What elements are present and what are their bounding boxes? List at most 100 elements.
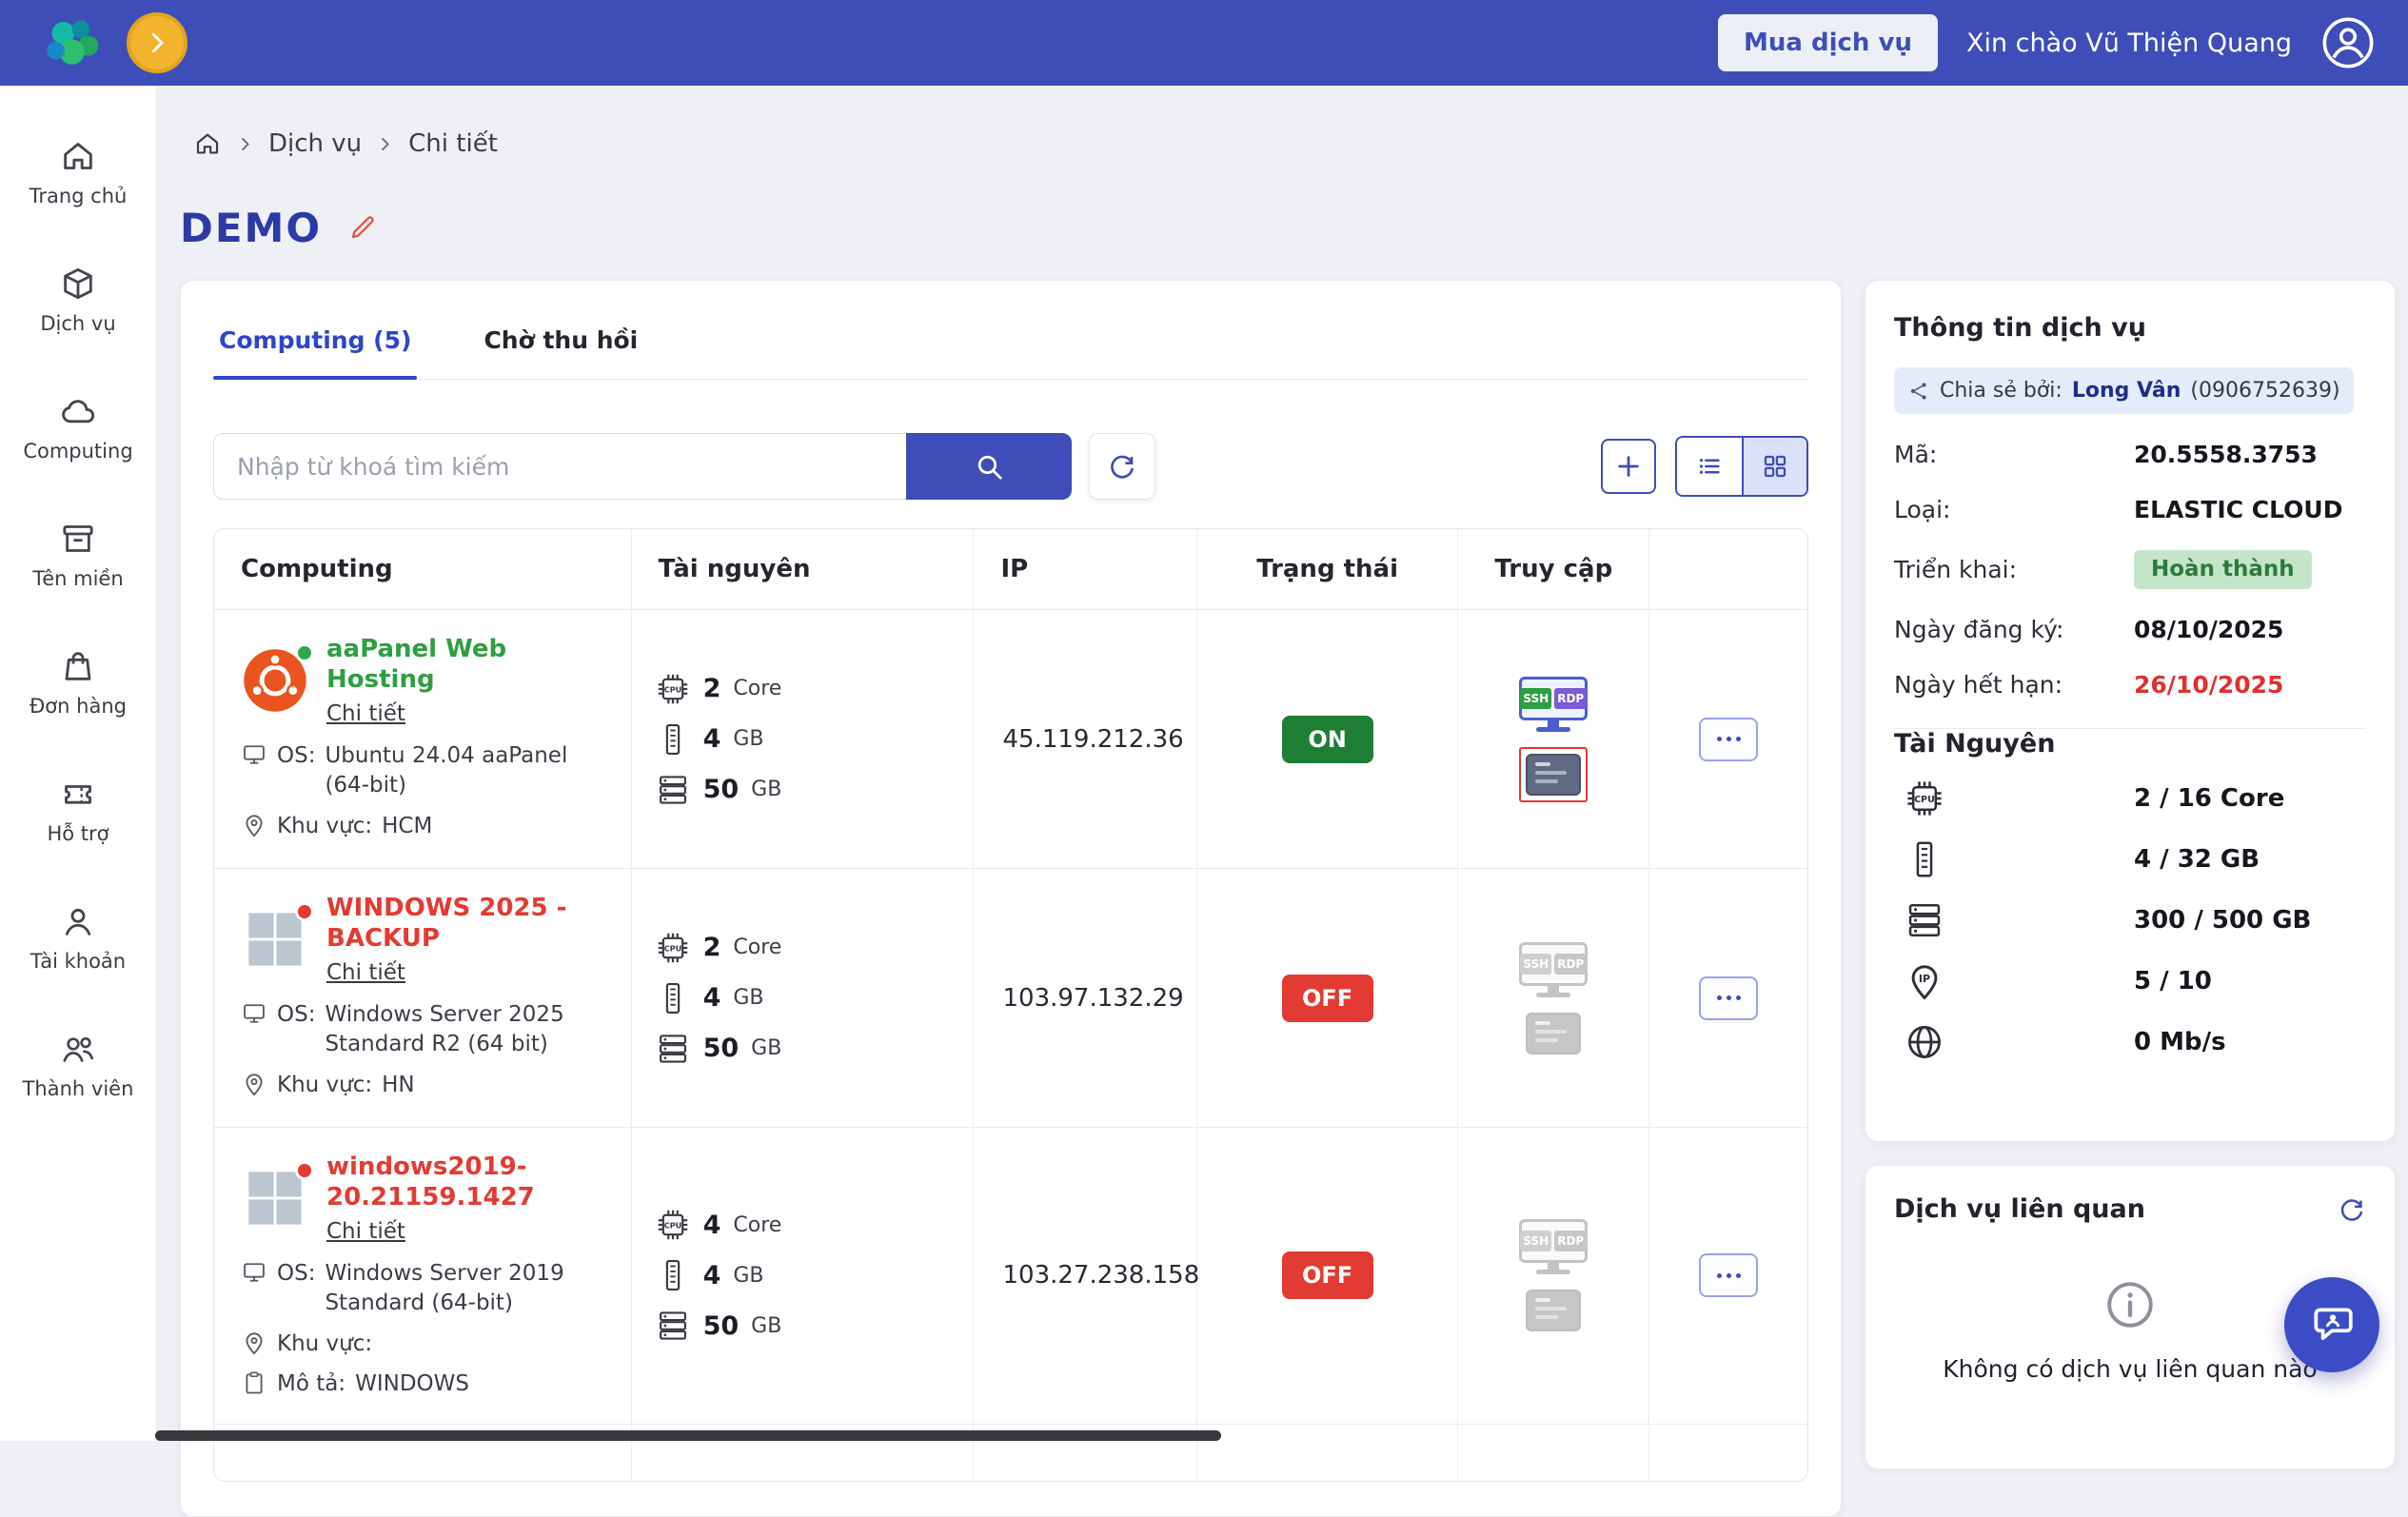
chat-support-button[interactable] <box>2284 1277 2379 1372</box>
vm-detail-link[interactable]: Chi tiết <box>326 1219 405 1244</box>
app-logo-icon <box>42 14 105 71</box>
list-view-button[interactable] <box>1677 438 1742 495</box>
bandwidth-quota: 0 Mb/s <box>2134 1028 2226 1056</box>
column-header-access: Truy cập <box>1458 529 1649 609</box>
table-row: WINDOWS 2025 - BACKUP Chi tiết OS: Windo… <box>214 868 1807 1127</box>
horizontal-scrollbar[interactable] <box>155 1430 1221 1441</box>
tab-computing[interactable]: Computing (5) <box>213 305 417 379</box>
column-header-actions <box>1649 529 1807 609</box>
cpu-icon <box>655 1207 691 1243</box>
sidebar-item-ten-mien[interactable]: Tên miền <box>0 491 156 619</box>
row-actions-button[interactable] <box>1699 1253 1758 1297</box>
search-icon <box>974 451 1005 483</box>
sidebar-item-trang-chu[interactable]: Trang chủ <box>0 108 156 236</box>
bag-icon <box>59 647 97 685</box>
sidebar-item-label: Thành viên <box>23 1078 134 1100</box>
resources-cell: 4Core 4GB 50GB <box>632 1128 975 1424</box>
shared-by-name: Long Vân <box>2072 379 2181 403</box>
vm-name-link[interactable]: windows2019-20.21159.1427 <box>326 1153 608 1212</box>
sidebar-item-dich-vu[interactable]: Dịch vụ <box>0 236 156 364</box>
topbar-right: Mua dịch vụ Xin chào Vũ Thiện Quang <box>1718 14 2376 71</box>
refresh-button[interactable] <box>1089 433 1155 500</box>
access-cell: SSHRDP <box>1458 610 1649 868</box>
sidebar-item-thanh-vien[interactable]: Thành viên <box>0 1001 156 1129</box>
ram-icon <box>655 980 691 1016</box>
description-label: Mô tả: <box>277 1369 345 1399</box>
computing-cell: aaPanel Web Hosting Chi tiết OS: Ubuntu … <box>214 610 632 868</box>
resource-row: 0 Mb/s <box>1894 1021 2366 1063</box>
sidebar-item-label: Computing <box>23 441 132 463</box>
related-empty-message: Không có dịch vụ liên quan nào <box>1943 1355 2317 1383</box>
disk-unit: GB <box>751 778 781 801</box>
search-input[interactable] <box>213 433 906 500</box>
users-icon <box>59 1030 97 1068</box>
resources-cell: 2Core 4GB 50GB <box>632 869 975 1127</box>
os-value: Windows Server 2019 Standard (64-bit) <box>325 1259 607 1318</box>
ram-unit: GB <box>733 1264 763 1288</box>
ssh-tag: SSH <box>1520 954 1551 975</box>
cpu-quota: 2 / 16 Core <box>2134 784 2284 813</box>
field-label: Loại: <box>1894 496 2134 523</box>
add-button[interactable] <box>1601 439 1656 494</box>
breadcrumb-home-icon[interactable] <box>193 129 222 158</box>
vm-detail-link[interactable]: Chi tiết <box>326 701 405 726</box>
description-value: WINDOWS <box>355 1369 469 1399</box>
grid-view-button[interactable] <box>1742 438 1806 495</box>
disk-quota: 300 / 500 GB <box>2134 906 2311 935</box>
vm-os-row: OS: Windows Server 2019 Standard (64-bit… <box>241 1259 608 1318</box>
ssh-rdp-access-icon[interactable]: SSHRDP <box>1519 677 1588 732</box>
list-view-icon <box>1695 452 1724 481</box>
vm-ip: 103.97.132.29 <box>1002 984 1183 1013</box>
cpu-value: 2 <box>703 674 721 703</box>
tab-cho-thu-hoi[interactable]: Chờ thu hồi <box>478 305 643 379</box>
console-access-icon-selected[interactable] <box>1519 747 1588 802</box>
cpu-value: 2 <box>703 933 721 962</box>
vm-name-link[interactable]: aaPanel Web Hosting <box>326 635 608 695</box>
refresh-icon <box>2338 1195 2366 1224</box>
vm-detail-link[interactable]: Chi tiết <box>326 960 405 985</box>
ram-unit: GB <box>733 986 763 1010</box>
row-actions-button[interactable] <box>1699 976 1758 1020</box>
table-toolbar <box>213 433 1808 500</box>
sidebar-item-ho-tro[interactable]: Hỗ trợ <box>0 746 156 874</box>
ip-pin-icon <box>1904 960 1945 1002</box>
sidebar-toggle-button[interactable] <box>127 12 188 73</box>
service-info-panel: Thông tin dịch vụ Chia sẻ bởi: Long Vân … <box>1865 280 2396 1142</box>
edit-title-button[interactable] <box>346 211 379 244</box>
ubuntu-logo-icon <box>241 646 309 715</box>
disk-unit: GB <box>751 1314 781 1338</box>
user-icon <box>59 902 97 940</box>
field-row: Ngày đăng ký: 08/10/2025 <box>1894 615 2366 644</box>
archive-icon <box>59 520 97 558</box>
service-code: 20.5558.3753 <box>2134 441 2318 468</box>
breadcrumb-item-dich-vu[interactable]: Dịch vụ <box>268 129 362 158</box>
package-icon <box>59 265 97 303</box>
buy-service-button[interactable]: Mua dịch vụ <box>1718 14 1938 71</box>
column-header-status: Trạng thái <box>1197 529 1459 609</box>
sidebar-item-don-hang[interactable]: Đơn hàng <box>0 619 156 746</box>
vm-name-link[interactable]: WINDOWS 2025 - BACKUP <box>326 894 608 954</box>
sidebar-item-label: Dịch vụ <box>40 313 115 335</box>
sidebar-item-computing[interactable]: Computing <box>0 364 156 491</box>
ram-value: 4 <box>703 724 721 754</box>
vm-ip: 103.27.238.158 <box>1002 1261 1199 1290</box>
sidebar-item-tai-khoan[interactable]: Tài khoản <box>0 874 156 1001</box>
tab-label: Chờ thu hồi <box>484 326 638 354</box>
toolbar-right <box>1601 436 1808 497</box>
cpu-value: 4 <box>703 1211 721 1240</box>
main-content: Dịch vụ Chi tiết DEMO Computing (5) Chờ … <box>157 86 2408 1441</box>
related-refresh-button[interactable] <box>2338 1195 2366 1224</box>
power-status-dot <box>295 902 314 921</box>
location-pin-icon <box>241 1071 267 1097</box>
sidebar-item-label: Trang chủ <box>30 186 128 207</box>
resource-row: 5 / 10 <box>1894 960 2366 1002</box>
resources-title: Tài Nguyên <box>1894 729 2366 758</box>
cpu-unit: Core <box>733 1213 781 1237</box>
search-button[interactable] <box>906 433 1072 500</box>
row-actions-button[interactable] <box>1699 718 1758 761</box>
rdp-tag: RDP <box>1554 1231 1587 1251</box>
user-avatar[interactable] <box>2320 15 2376 70</box>
vm-region-row: Khu vực: <box>241 1330 608 1359</box>
field-label: Ngày đăng ký: <box>1894 616 2134 643</box>
page-title: DEMO <box>180 205 322 251</box>
